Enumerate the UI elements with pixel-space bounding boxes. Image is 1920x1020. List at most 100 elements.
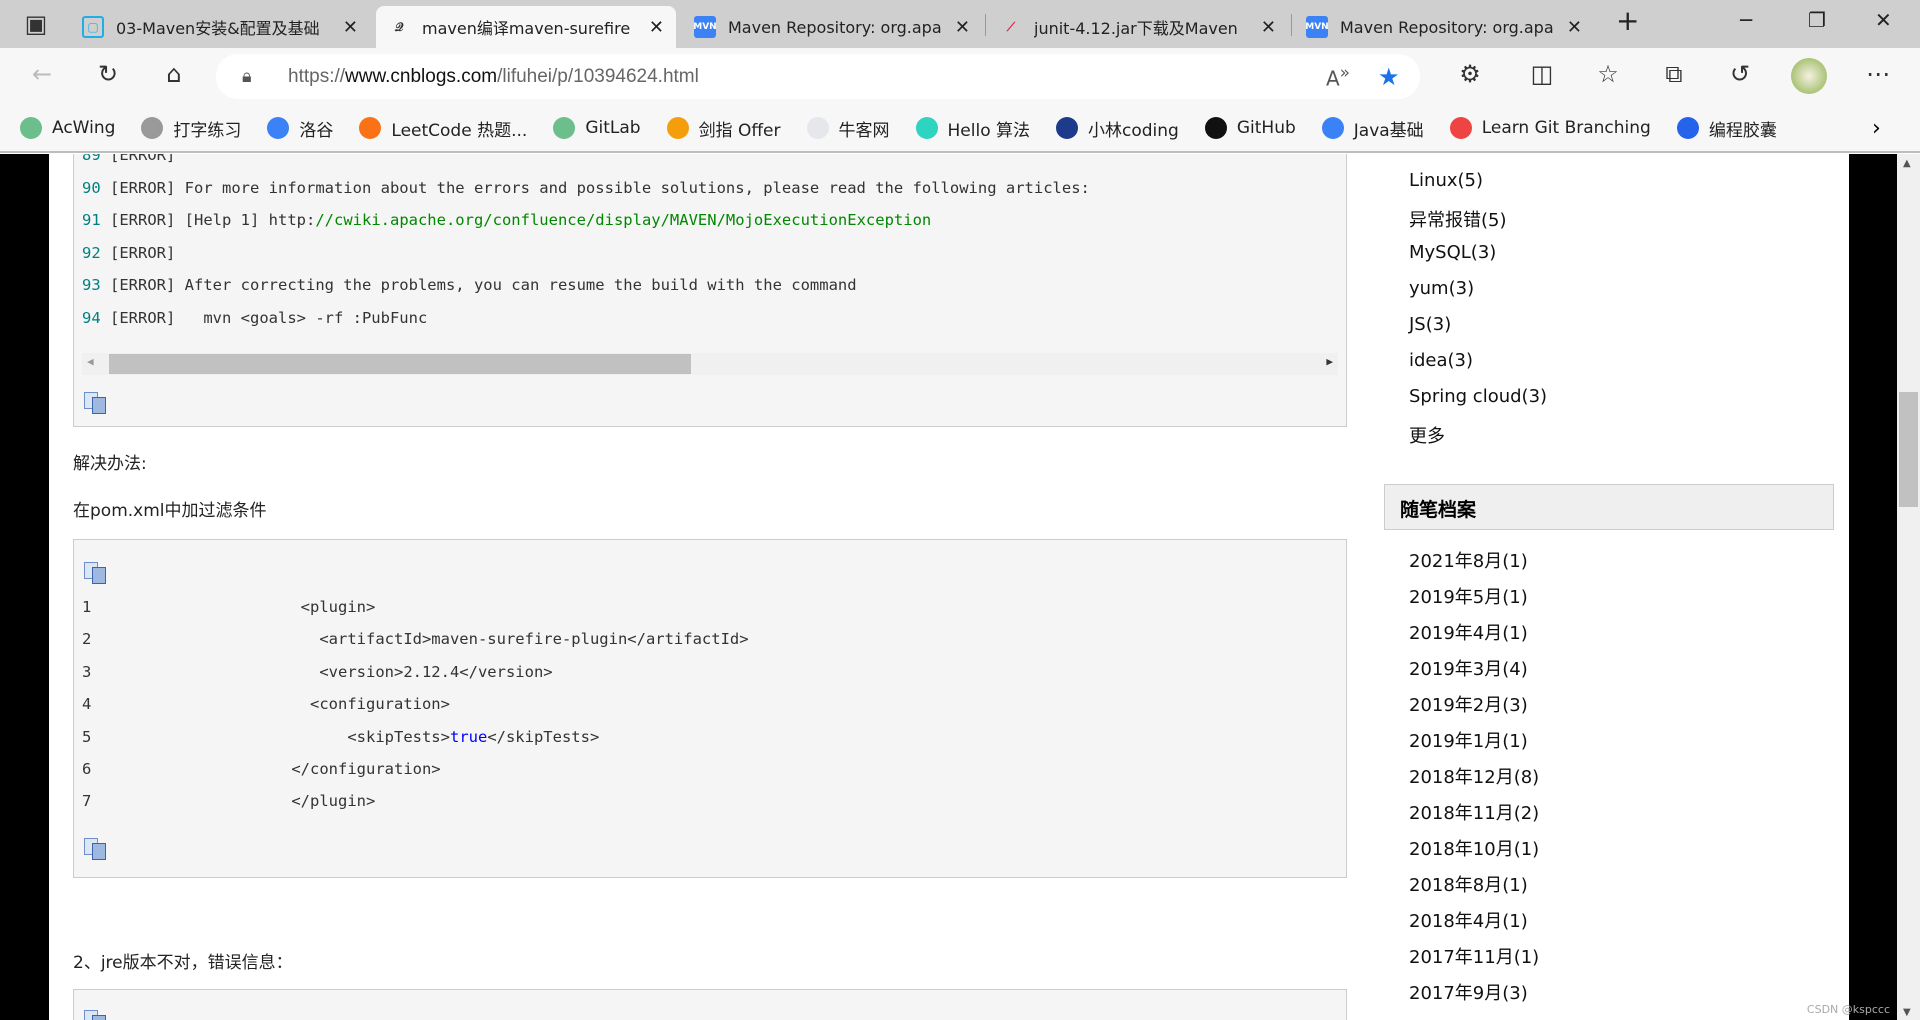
- page-scrollbar[interactable]: ▲ ▼: [1897, 154, 1920, 1020]
- bookmark-item[interactable]: GitLab: [553, 116, 641, 141]
- tab-close-icon[interactable]: ✕: [343, 17, 358, 38]
- archive-link[interactable]: 2018年12月(8): [1409, 763, 1539, 789]
- line-number: 4: [82, 695, 92, 714]
- tab-bar: ▣ ▢ 03-Maven安装&配置及基础 ✕ 𝒬maven编译maven-surefi…: [0, 0, 1920, 48]
- url-path: /lifuhei/p/10394624.html: [497, 65, 699, 87]
- url-text[interactable]: https://www.cnblogs.com/lifuhei/p/103946…: [288, 66, 699, 88]
- favorite-star-icon[interactable]: ★: [1378, 63, 1400, 91]
- bookmark-item[interactable]: 剑指 Offer: [666, 116, 781, 141]
- archive-link[interactable]: 2017年9月(3): [1409, 979, 1528, 1005]
- new-tab-button[interactable]: +: [1616, 4, 1639, 37]
- tab-actions-icon[interactable]: ▣: [20, 10, 52, 38]
- lock-icon[interactable]: 🔒︎: [242, 66, 252, 87]
- category-link[interactable]: MySQL(3): [1409, 242, 1496, 263]
- archive-link[interactable]: 2021年8月(1): [1409, 547, 1528, 573]
- bookmark-item[interactable]: 牛客网: [806, 116, 890, 141]
- bookmark-item[interactable]: LeetCode 热题...: [359, 116, 527, 141]
- refresh-icon[interactable]: ↻: [92, 60, 124, 88]
- code-block-jre: [73, 989, 1347, 1020]
- more-bookmarks-chevron-icon[interactable]: ›: [1872, 116, 1881, 141]
- bookmarks-bar: AcWing 打字练习 洛谷 LeetCode 热题... GitLab 剑指 Offer…: [0, 105, 1920, 153]
- archive-link[interactable]: 2019年1月(1): [1409, 727, 1528, 753]
- code-link[interactable]: //cwiki.apache.org/confluence/display/MA…: [315, 211, 931, 229]
- category-link[interactable]: Linux(5): [1409, 170, 1483, 191]
- bookmark-item[interactable]: 打字练习: [141, 116, 241, 141]
- bookmark-item[interactable]: Java基础: [1321, 116, 1424, 141]
- bookmark-item[interactable]: Learn Git Branching: [1449, 116, 1651, 141]
- archive-link[interactable]: 2017年11月(1): [1409, 943, 1539, 969]
- scroll-down-arrow-icon[interactable]: ▼: [1903, 1007, 1911, 1018]
- tab-1[interactable]: ▢ 03-Maven安装&配置及基础 ✕: [70, 6, 370, 48]
- favorites-icon[interactable]: ☆: [1592, 60, 1624, 88]
- right-margin: [1849, 154, 1897, 1020]
- back-icon[interactable]: ←: [26, 60, 58, 88]
- profile-avatar[interactable]: [1791, 58, 1827, 94]
- archive-link[interactable]: 2018年11月(2): [1409, 799, 1539, 825]
- archive-link[interactable]: 2019年4月(1): [1409, 619, 1528, 645]
- tab-4[interactable]: ⟋ junit-4.12.jar下载及Maven ✕: [988, 6, 1288, 48]
- scrollbar-thumb[interactable]: [1899, 392, 1918, 507]
- bookmark-item[interactable]: 小林coding: [1056, 116, 1179, 141]
- bookmark-label: 洛谷: [299, 120, 334, 141]
- bookmark-item[interactable]: AcWing: [20, 116, 115, 141]
- tab-close-icon[interactable]: ✕: [649, 17, 664, 38]
- extensions-icon[interactable]: ⚙: [1454, 60, 1486, 88]
- home-icon[interactable]: ⌂: [158, 60, 190, 88]
- code-text: <skipTests>: [282, 727, 450, 746]
- copy-code-icon[interactable]: [84, 1010, 106, 1020]
- scroll-left-arrow-icon[interactable]: ◀: [87, 355, 94, 368]
- bookmark-item[interactable]: 洛谷: [267, 116, 333, 141]
- bookmark-item[interactable]: GitHub: [1204, 116, 1296, 141]
- minimize-button[interactable]: ─: [1740, 8, 1752, 32]
- code-scrollbar-thumb[interactable]: [109, 354, 691, 374]
- archive-link[interactable]: 2019年5月(1): [1409, 583, 1528, 609]
- tab-close-icon[interactable]: ✕: [1261, 17, 1276, 38]
- code-line: 93 [ERROR] After correcting the problems…: [82, 276, 857, 294]
- copy-code-icon[interactable]: [84, 838, 106, 860]
- collections-icon[interactable]: ⧉: [1658, 60, 1690, 88]
- scroll-right-arrow-icon[interactable]: ▶: [1326, 355, 1333, 368]
- read-aloud-icon[interactable]: A»: [1326, 63, 1350, 91]
- tab-3[interactable]: MVN Maven Repository: org.apa ✕: [682, 6, 982, 48]
- restore-button[interactable]: ❐: [1808, 8, 1826, 32]
- tab-separator: [1291, 14, 1292, 36]
- code-keyword: true: [449, 727, 488, 746]
- bookmark-favicon-icon: [20, 117, 42, 139]
- archive-link[interactable]: 2019年2月(3): [1409, 691, 1528, 717]
- code-line: 2 <artifactId>maven-surefire-plugin</art…: [82, 630, 749, 648]
- bookmark-item[interactable]: 编程胶囊: [1676, 116, 1777, 141]
- bookmark-label: Hello 算法: [947, 120, 1031, 141]
- tab-close-icon[interactable]: ✕: [1567, 17, 1582, 38]
- archive-link[interactable]: 2018年10月(1): [1409, 835, 1539, 861]
- archive-link[interactable]: 2019年3月(4): [1409, 655, 1528, 681]
- tab-2[interactable]: 𝒬maven编译maven-surefire ✕: [376, 6, 676, 48]
- tab-close-icon[interactable]: ✕: [955, 17, 970, 38]
- bookmark-favicon-icon: [141, 117, 164, 139]
- line-number: 2: [82, 630, 92, 649]
- bookmark-item[interactable]: Hello 算法: [915, 116, 1031, 141]
- left-margin: [0, 154, 49, 1020]
- more-menu-icon[interactable]: ⋯: [1862, 60, 1894, 88]
- close-window-button[interactable]: ✕: [1875, 8, 1892, 32]
- copy-code-icon[interactable]: [84, 392, 106, 414]
- category-link[interactable]: JS(3): [1409, 314, 1451, 335]
- archive-link[interactable]: 2018年8月(1): [1409, 871, 1528, 897]
- bookmark-favicon-icon: [1676, 117, 1699, 139]
- split-screen-icon[interactable]: ◫: [1526, 60, 1558, 88]
- bookmark-favicon-icon: [1204, 117, 1227, 139]
- tab-5[interactable]: MVN Maven Repository: org.apa ✕: [1294, 6, 1594, 48]
- address-bar[interactable]: 🔒︎ https://www.cnblogs.com/lifuhei/p/103…: [216, 54, 1420, 99]
- tab-title: 03-Maven安装&配置及基础: [116, 19, 320, 38]
- copy-code-icon[interactable]: [84, 562, 106, 584]
- code-text: [ERROR] For more information about the e…: [110, 178, 1090, 197]
- category-link[interactable]: yum(3): [1409, 278, 1474, 299]
- category-link[interactable]: idea(3): [1409, 350, 1473, 371]
- bookmark-label: Java基础: [1353, 120, 1424, 141]
- scroll-up-arrow-icon[interactable]: ▲: [1903, 158, 1911, 169]
- code-horizontal-scrollbar[interactable]: ◀ ▶: [82, 353, 1338, 375]
- category-link[interactable]: Spring cloud(3): [1409, 386, 1547, 407]
- history-icon[interactable]: ↺: [1724, 60, 1756, 88]
- archive-link[interactable]: 2018年4月(1): [1409, 907, 1528, 933]
- category-link[interactable]: 异常报错(5): [1409, 206, 1507, 232]
- category-link[interactable]: 更多: [1409, 422, 1445, 448]
